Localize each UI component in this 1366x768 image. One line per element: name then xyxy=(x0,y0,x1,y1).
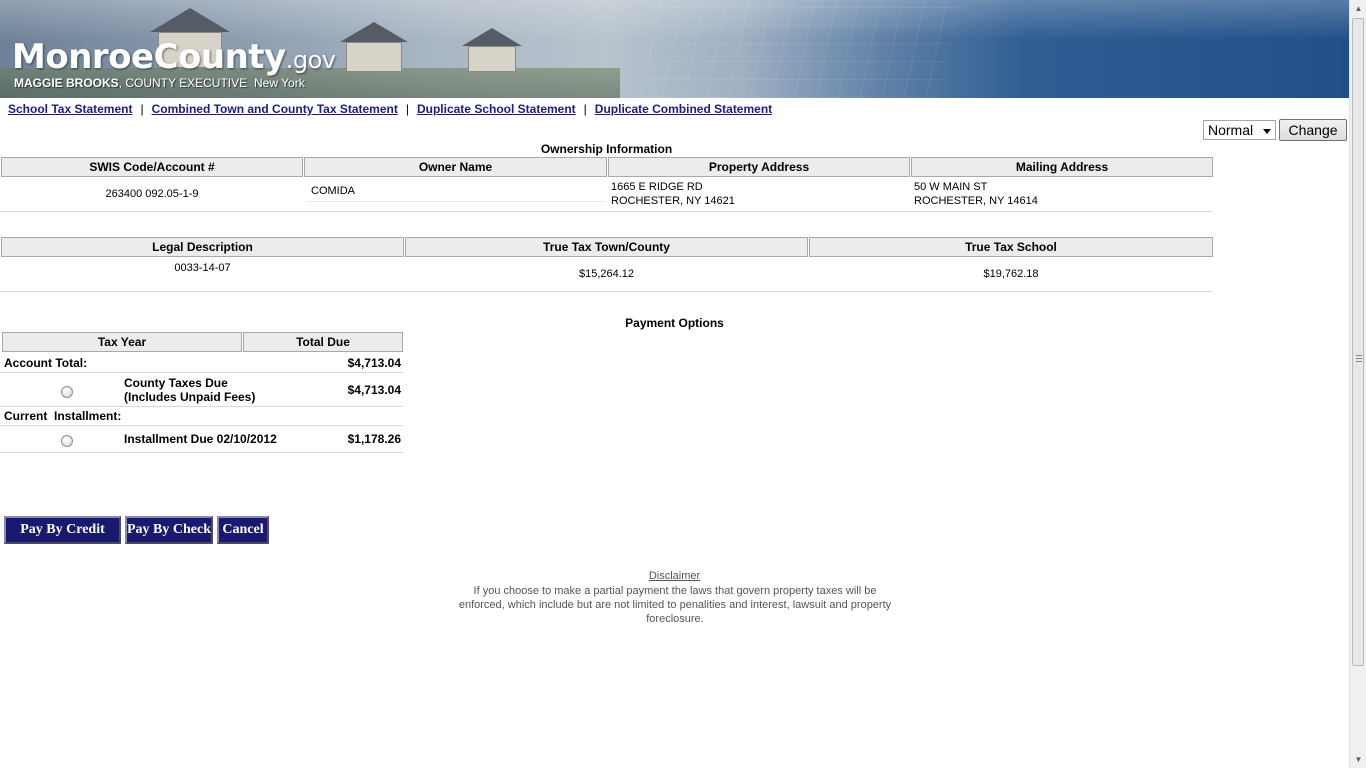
header-legal-description: Legal Description xyxy=(1,237,404,257)
row-divider xyxy=(0,406,403,407)
link-separator: | xyxy=(140,102,144,116)
logo-gov-text: .gov xyxy=(285,46,336,74)
pay-by-credit-card-button[interactable]: Pay By Credit Card xyxy=(4,516,121,560)
house-roof-graphic xyxy=(150,8,230,32)
link-combined-statement[interactable]: Combined Town and County Tax Statement xyxy=(152,102,398,116)
header-tax-year: Tax Year xyxy=(2,332,242,352)
link-separator: | xyxy=(583,102,587,116)
statement-links: School Tax Statement | Combined Town and C… xyxy=(8,102,772,116)
installment-value: $1,178.26 xyxy=(347,432,401,446)
house-graphic xyxy=(468,46,516,72)
link-school-tax-statement[interactable]: School Tax Statement xyxy=(8,102,132,116)
pay-by-check-button[interactable]: Pay By Check xyxy=(125,516,213,544)
executive-title: , COUNTY EXECUTIVE xyxy=(118,76,248,90)
view-mode-value: Normal xyxy=(1208,122,1254,138)
house-roof-graphic xyxy=(462,28,522,46)
header-swis-account: SWIS Code/Account # xyxy=(1,157,303,177)
dropdown-caret-icon xyxy=(1263,129,1271,134)
logo-text: MonroeCounty xyxy=(12,37,286,77)
disclaimer-title: Disclaimer xyxy=(648,570,701,582)
county-taxes-line2: (Includes Unpaid Fees) xyxy=(124,390,256,404)
county-taxes-line1: County Taxes Due xyxy=(124,376,228,390)
house-roof-graphic xyxy=(340,22,408,42)
scroll-grip-icon xyxy=(1356,355,1362,362)
blueprint-graphic xyxy=(639,0,961,98)
cancel-button[interactable]: Cancel xyxy=(217,516,269,544)
header-owner-name: Owner Name xyxy=(304,157,607,177)
current-installment-label: Current Installment: xyxy=(4,409,122,423)
header-true-tax-town-county: True Tax Town/County xyxy=(405,237,808,257)
executive-name: MAGGIE BROOKS xyxy=(14,76,119,90)
row-divider xyxy=(0,452,403,453)
site-logo[interactable]: MonroeCounty.gov xyxy=(12,37,336,77)
link-duplicate-school-statement[interactable]: Duplicate School Statement xyxy=(417,102,576,116)
header-banner: MonroeCounty.gov MAGGIE BROOKS, COUNTY E… xyxy=(0,0,1349,98)
state-label: New York xyxy=(254,76,305,90)
row-divider xyxy=(0,372,403,373)
change-view-button[interactable]: Change xyxy=(1279,119,1347,141)
owner-underline xyxy=(307,201,605,202)
header-mailing-address: Mailing Address xyxy=(911,157,1213,177)
ownership-caption: Ownership Information xyxy=(540,142,673,156)
account-total-label: Account Total: xyxy=(4,356,88,370)
vertical-scrollbar[interactable]: ▲ ▼ xyxy=(1349,0,1366,768)
executive-line: MAGGIE BROOKS, COUNTY EXECUTIVE xyxy=(14,76,247,90)
row-divider xyxy=(0,211,1213,212)
header-total-due: Total Due xyxy=(243,332,403,352)
mailing-address-line1: 50 W MAIN ST xyxy=(914,181,988,193)
owner-name-value: COMIDA xyxy=(311,185,355,197)
installment-radio[interactable] xyxy=(61,435,73,447)
county-taxes-value: $4,713.04 xyxy=(347,383,401,397)
link-separator: | xyxy=(405,102,409,116)
row-divider xyxy=(0,425,403,426)
house-graphic xyxy=(346,42,402,72)
account-total-value: $4,713.04 xyxy=(347,356,401,370)
legal-description-value: 0033-14-07 xyxy=(174,262,231,274)
link-duplicate-combined-statement[interactable]: Duplicate Combined Statement xyxy=(595,102,772,116)
scrollbar-thumb[interactable] xyxy=(1352,18,1364,666)
true-tax-school-value: $19,762.18 xyxy=(983,268,1039,280)
property-address-line2: ROCHESTER, NY 14621 xyxy=(611,195,735,207)
county-taxes-radio[interactable] xyxy=(61,386,73,398)
view-mode-select[interactable]: Normal xyxy=(1203,120,1276,140)
property-address-line1: 1665 E RIDGE RD xyxy=(611,181,703,193)
mailing-address-line2: ROCHESTER, NY 14614 xyxy=(914,195,1038,207)
row-divider xyxy=(0,291,1213,292)
scroll-up-arrow-icon[interactable]: ▲ xyxy=(1350,0,1366,17)
header-property-address: Property Address xyxy=(608,157,910,177)
scroll-down-arrow-icon[interactable]: ▼ xyxy=(1350,751,1366,768)
swis-account-value: 263400 092.05-1-9 xyxy=(105,188,199,200)
header-true-tax-school: True Tax School xyxy=(809,237,1213,257)
payment-options-caption: Payment Options xyxy=(625,316,724,330)
disclaimer-text: If you choose to make a partial payment … xyxy=(458,585,892,625)
true-tax-town-county-value: $15,264.12 xyxy=(578,268,635,280)
